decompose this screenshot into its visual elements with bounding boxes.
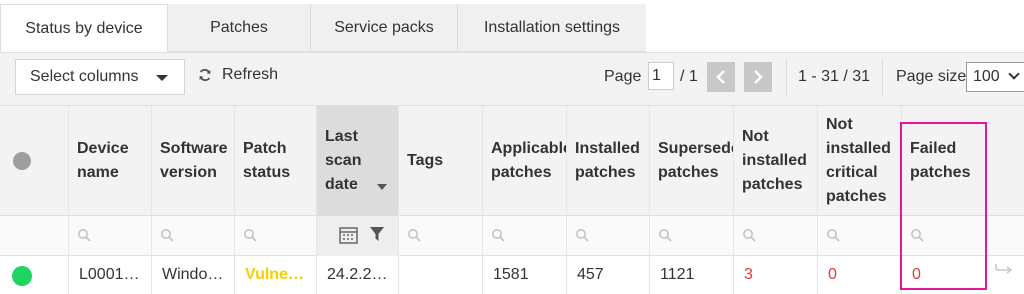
column-header-applicable-patches[interactable]: Applicable patches bbox=[482, 106, 566, 216]
column-header-label: Last scan date bbox=[325, 128, 362, 193]
page-count: / 1 bbox=[680, 68, 698, 85]
filter-not-installed-patches[interactable] bbox=[733, 216, 817, 256]
filter-last-scan-date[interactable] bbox=[316, 216, 398, 256]
chevron-down-icon bbox=[156, 75, 168, 81]
software-version-cell: Windo… bbox=[151, 256, 234, 294]
chevron-left-icon bbox=[716, 70, 725, 84]
device-name-cell[interactable]: L0001… bbox=[68, 256, 151, 294]
column-header-label: Applicable patches bbox=[491, 140, 566, 181]
search-icon bbox=[492, 229, 505, 242]
record-range: 1 - 31 / 31 bbox=[798, 68, 871, 85]
search-icon bbox=[659, 229, 672, 242]
online-status-icon bbox=[12, 266, 32, 286]
page-label: Page bbox=[604, 68, 642, 85]
row-action-arrow-icon[interactable] bbox=[994, 263, 1014, 275]
column-header-status[interactable] bbox=[0, 106, 68, 216]
column-header-label: Not installed patches bbox=[742, 128, 807, 193]
column-header-software-version[interactable]: Software version bbox=[151, 106, 234, 216]
pagination: Page 1 / 1 1 - 31 / 31 Page size: 100 bbox=[590, 59, 1024, 95]
tab-service-packs[interactable]: Service packs bbox=[310, 4, 457, 52]
column-header-patch-status[interactable]: Patch status bbox=[234, 106, 316, 216]
installed-patches-cell: 457 bbox=[566, 256, 649, 294]
filter-icon[interactable] bbox=[369, 226, 385, 242]
filter-device-name[interactable] bbox=[68, 216, 151, 256]
tab-installation-settings[interactable]: Installation settings bbox=[457, 4, 646, 52]
filter-patch-status[interactable] bbox=[234, 216, 316, 256]
column-header-label: Not installed critical patches bbox=[826, 116, 891, 205]
filter-superseded-patches[interactable] bbox=[649, 216, 733, 256]
chevron-right-icon bbox=[754, 70, 763, 84]
calendar-icon[interactable] bbox=[339, 226, 359, 244]
tab-bar: Status by device Patches Service packs I… bbox=[0, 0, 1024, 53]
prev-page-button[interactable] bbox=[707, 62, 735, 92]
select-columns-label: Select columns bbox=[30, 68, 139, 85]
last-scan-date-cell: 24.2.2… bbox=[316, 256, 398, 294]
superseded-patches-cell: 1121 bbox=[649, 256, 733, 294]
tags-cell bbox=[398, 256, 482, 294]
refresh-icon bbox=[199, 68, 211, 82]
column-header-not-installed-patches[interactable]: Not installed patches bbox=[733, 106, 817, 216]
column-header-label: Superseded patches bbox=[658, 140, 733, 181]
filter-row bbox=[0, 216, 1024, 256]
search-icon bbox=[161, 229, 174, 242]
tab-status-by-device[interactable]: Status by device bbox=[0, 4, 168, 53]
column-header-label: Installed patches bbox=[575, 140, 640, 181]
search-icon bbox=[78, 229, 91, 242]
toolbar: Select columns Refresh Page 1 / 1 1 - 31… bbox=[0, 52, 1024, 106]
refresh-label: Refresh bbox=[222, 66, 279, 83]
filter-not-installed-critical-patches[interactable] bbox=[817, 216, 901, 256]
applicable-patches-cell: 1581 bbox=[482, 256, 566, 294]
refresh-button[interactable]: Refresh bbox=[198, 66, 278, 84]
page-number-input[interactable]: 1 bbox=[648, 62, 674, 90]
filter-tags[interactable] bbox=[398, 216, 482, 256]
column-header-label: Device name bbox=[77, 140, 129, 181]
next-page-button[interactable] bbox=[744, 62, 772, 92]
page-size-label: Page size: bbox=[896, 68, 971, 85]
column-header-label: Tags bbox=[407, 152, 444, 169]
column-header-last-scan-date[interactable]: Last scan date bbox=[316, 106, 398, 216]
divider bbox=[882, 59, 883, 95]
column-header-label: Software version bbox=[160, 140, 228, 181]
filter-software-version[interactable] bbox=[151, 216, 234, 256]
table-header-row: Device name Software version Patch statu… bbox=[0, 106, 1024, 216]
failed-patches-highlight bbox=[900, 122, 987, 290]
status-indicator-icon bbox=[13, 152, 31, 170]
column-header-label: Patch status bbox=[243, 140, 291, 181]
table-row[interactable]: L0001… Windo… Vulne… 24.2.2… 1581 457 11… bbox=[0, 256, 1024, 294]
search-icon bbox=[244, 229, 257, 242]
column-header-not-installed-critical-patches[interactable]: Not installed critical patches bbox=[817, 106, 901, 216]
column-header-tags[interactable]: Tags bbox=[398, 106, 482, 216]
column-header-superseded-patches[interactable]: Superseded patches bbox=[649, 106, 733, 216]
patch-status-cell: Vulne… bbox=[234, 256, 316, 294]
search-icon bbox=[827, 229, 840, 242]
tab-patches[interactable]: Patches bbox=[168, 4, 310, 52]
select-columns-dropdown[interactable]: Select columns bbox=[15, 59, 185, 95]
search-icon bbox=[576, 229, 589, 242]
filter-installed-patches[interactable] bbox=[566, 216, 649, 256]
search-icon bbox=[743, 229, 756, 242]
divider bbox=[786, 59, 787, 95]
column-header-device-name[interactable]: Device name bbox=[68, 106, 151, 216]
status-cell bbox=[0, 256, 68, 294]
search-icon bbox=[408, 229, 421, 242]
sort-desc-icon bbox=[377, 184, 387, 190]
column-header-installed-patches[interactable]: Installed patches bbox=[566, 106, 649, 216]
not-installed-critical-patches-cell: 0 bbox=[817, 256, 901, 294]
filter-cell-status bbox=[0, 216, 68, 256]
filter-applicable-patches[interactable] bbox=[482, 216, 566, 256]
not-installed-patches-cell: 3 bbox=[733, 256, 817, 294]
